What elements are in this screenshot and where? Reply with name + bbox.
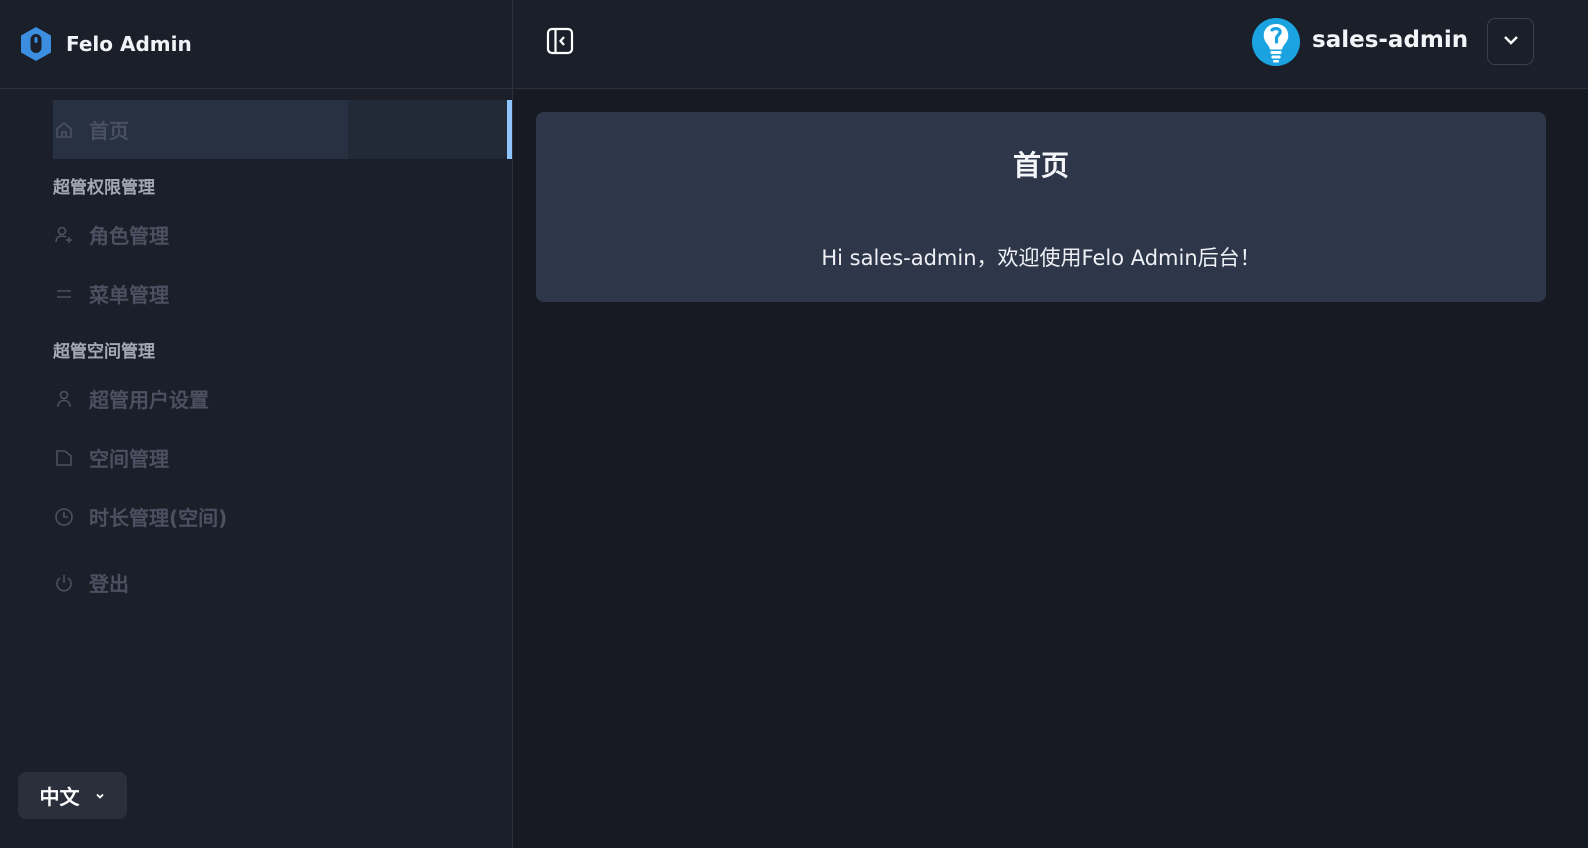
user-icon bbox=[53, 388, 75, 410]
menu-group-permissions: 超管权限管理 bbox=[53, 178, 155, 198]
sidebar-item-label: 登出 bbox=[89, 572, 129, 596]
app-root: Felo Admin 首页 超管权限管理 角色管理 菜单管理 超管空间管理 超管… bbox=[0, 0, 1588, 848]
sidebar-item-duration[interactable]: 时长管理(空间) bbox=[53, 487, 227, 546]
sidebar-item-roles[interactable]: 角色管理 bbox=[53, 205, 169, 264]
folder-icon bbox=[53, 447, 75, 469]
felo-logo-icon bbox=[18, 26, 54, 62]
sidebar-item-home[interactable]: 首页 bbox=[53, 100, 512, 159]
main-content: 首页 Hi sales-admin，欢迎使用Felo Admin后台！ bbox=[513, 90, 1588, 848]
brand-name: Felo Admin bbox=[66, 32, 192, 56]
power-icon bbox=[53, 572, 75, 594]
user-menu-button[interactable] bbox=[1487, 18, 1534, 65]
clock-icon bbox=[53, 506, 75, 528]
sidebar-item-label: 超管用户设置 bbox=[89, 388, 209, 412]
user-plus-icon bbox=[53, 224, 75, 246]
sidebar-item-label: 角色管理 bbox=[89, 224, 169, 248]
sidebar-item-logout[interactable]: 登出 bbox=[53, 553, 129, 612]
sidebar-item-menus[interactable]: 菜单管理 bbox=[53, 264, 169, 323]
sidebar-item-label: 菜单管理 bbox=[89, 283, 169, 307]
menu-lines-icon bbox=[53, 283, 75, 305]
sidebar-item-label: 首页 bbox=[89, 119, 129, 143]
language-select[interactable]: 中文 bbox=[18, 772, 127, 819]
sidebar-item-super-users[interactable]: 超管用户设置 bbox=[53, 369, 209, 428]
active-indicator bbox=[507, 100, 512, 159]
chevron-down-icon bbox=[94, 790, 106, 802]
page-title: 首页 bbox=[1012, 149, 1069, 182]
sidebar: Felo Admin 首页 超管权限管理 角色管理 菜单管理 超管空间管理 超管… bbox=[0, 0, 513, 848]
home-icon bbox=[53, 119, 75, 141]
lightbulb-avatar-icon bbox=[1252, 18, 1300, 66]
welcome-card: 首页 Hi sales-admin，欢迎使用Felo Admin后台！ bbox=[536, 112, 1546, 302]
brand[interactable]: Felo Admin bbox=[0, 0, 512, 89]
sidebar-item-label: 空间管理 bbox=[89, 447, 169, 471]
avatar[interactable] bbox=[1252, 18, 1300, 66]
top-header: sales-admin bbox=[513, 0, 1588, 89]
welcome-message: Hi sales-admin，欢迎使用Felo Admin后台！ bbox=[821, 246, 1261, 270]
chevron-down-icon bbox=[1500, 29, 1522, 55]
language-label: 中文 bbox=[39, 785, 80, 809]
menu-group-spaces: 超管空间管理 bbox=[53, 342, 155, 362]
sidebar-collapse-icon bbox=[546, 27, 574, 59]
sidebar-item-label: 时长管理(空间) bbox=[89, 506, 228, 530]
sidebar-collapse-button[interactable] bbox=[545, 27, 575, 59]
user-name: sales-admin bbox=[1312, 27, 1469, 53]
sidebar-item-spaces[interactable]: 空间管理 bbox=[53, 428, 169, 487]
